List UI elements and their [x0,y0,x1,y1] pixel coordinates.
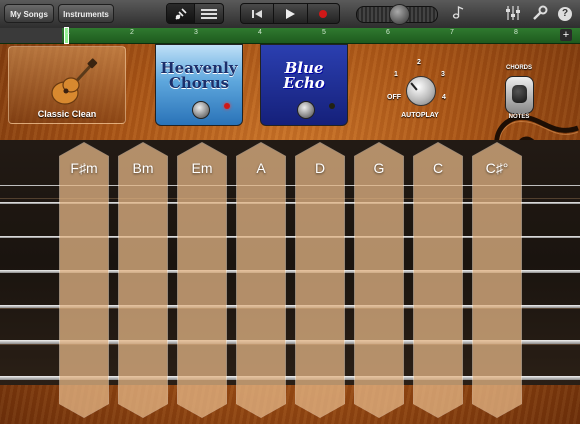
chord-label: D [314,160,326,176]
measure-label: 7 [450,29,454,36]
metronome-icon[interactable] [450,5,468,23]
chord-strip-fill [296,143,344,417]
chord-label: G [373,160,385,176]
measure-label: 4 [258,29,262,36]
chord-strip-fill [355,143,403,417]
guitar-icon [51,58,98,105]
volume-knob[interactable] [389,4,410,25]
toolbar: My Songs Instruments ? [0,0,580,29]
footswitch[interactable] [297,101,315,119]
transport-controls [240,3,340,24]
chord-strip[interactable]: F♯m [59,142,109,418]
chords-label: CHORDS [505,65,532,71]
measure-label: 6 [386,29,390,36]
heavenly-chorus-pedal[interactable]: Heavenly Chorus [155,44,243,126]
preset-button[interactable]: Classic Clean [8,46,126,124]
tracks-view-icon[interactable] [194,4,223,23]
chord-strip[interactable]: Em [177,142,227,418]
chord-strip-fill [60,143,108,417]
autoplay-position: 3 [441,71,445,78]
chord-label: Bm [132,160,154,176]
measure-label: 3 [194,29,198,36]
chord-strip-fill [414,143,462,417]
mode-toggle[interactable] [505,76,534,114]
view-toggle [166,3,224,24]
notes-label: NOTES [508,114,530,120]
chord-label: Em [191,160,213,176]
measure-label: 5 [322,29,326,36]
chord-strip-fill [178,143,226,417]
pedal-title-line: Echo [283,74,325,92]
chord-label: C♯° [485,160,509,176]
pedal-led [224,103,230,109]
chord-strip-fill [119,143,167,417]
pedal-title-line: Chorus [168,74,230,92]
mixer-icon[interactable] [504,5,522,23]
autoplay-label: AUTOPLAY [401,112,439,119]
autoplay-position: 1 [394,71,398,78]
chord-strip-fill [473,143,521,417]
autoplay-position: OFF [387,94,401,101]
autoplay-position: 2 [417,59,421,66]
guitar-view-icon[interactable] [167,4,195,23]
footswitch[interactable] [192,101,210,119]
add-section-button[interactable]: + [560,29,572,41]
master-volume-slider[interactable] [356,4,438,25]
measure-label: 1 [66,29,70,36]
chord-strip[interactable]: C♯° [472,142,522,418]
instruments-button[interactable]: Instruments [58,4,114,23]
preset-name: Classic Clean [37,109,97,119]
chord-strip[interactable]: G [354,142,404,418]
pedal-led [329,103,335,109]
help-icon[interactable]: ? [556,5,574,23]
help-icon-glyph: ? [558,7,572,21]
measure-label: 2 [130,29,134,36]
pedal-title: Blue Echo [261,61,347,91]
autoplay-knob[interactable] [406,76,436,106]
chord-label: A [256,160,266,176]
settings-icon[interactable] [531,5,549,23]
chord-strip[interactable]: A [236,142,286,418]
chord-strip[interactable]: D [295,142,345,418]
autoplay-control: 1 2 3 4 OFF AUTOPLAY [380,56,460,126]
autoplay-position: 4 [442,94,446,101]
ruler-track-header [0,28,62,43]
measure-label: 8 [514,29,518,36]
blue-echo-pedal[interactable]: Blue Echo [260,44,348,126]
chord-strip[interactable]: C [413,142,463,418]
record-icon[interactable] [306,4,339,23]
rewind-icon[interactable] [241,4,273,23]
play-icon[interactable] [273,4,306,23]
chords-notes-switch[interactable]: CHORDS NOTES [498,64,540,144]
pedal-title: Heavenly Chorus [156,61,242,91]
chord-label: C [432,160,444,176]
chord-label: F♯m [70,160,98,176]
chord-strip-fill [237,143,285,417]
timeline-ruler[interactable]: 1 2 3 4 5 6 7 8 + [0,27,580,44]
my-songs-button[interactable]: My Songs [4,4,54,23]
chord-strip[interactable]: Bm [118,142,168,418]
